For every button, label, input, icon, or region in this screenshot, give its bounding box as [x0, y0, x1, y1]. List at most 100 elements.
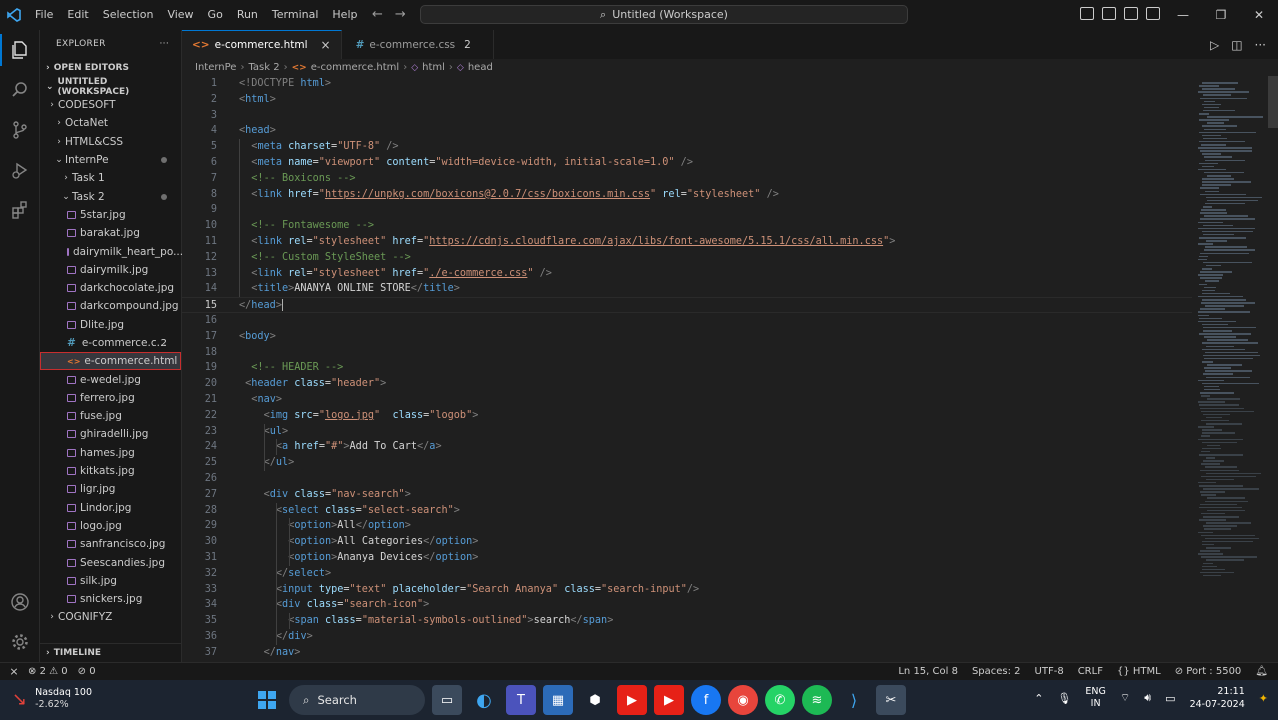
microphone-icon[interactable]: 🎙︎	[1057, 692, 1071, 705]
chevron-up-icon[interactable]: ⌃	[1034, 692, 1043, 705]
code-line[interactable]: 4 <head>	[182, 123, 1192, 139]
command-center[interactable]: ⌕ Untitled (Workspace)	[420, 5, 908, 24]
toggle-panel-icon[interactable]	[1102, 7, 1116, 20]
file-tree-item[interactable]: ligr.jpg	[40, 480, 181, 498]
battery-icon[interactable]: ▭	[1165, 692, 1175, 705]
toggle-secondary-sidebar-icon[interactable]	[1124, 7, 1138, 20]
start-windows-icon[interactable]	[252, 685, 282, 715]
file-tree-item[interactable]: # e-commerce.c... 2	[40, 334, 181, 352]
file-tree-item[interactable]: silk.jpg	[40, 572, 181, 590]
workspace-section[interactable]: ⌄ UNTITLED (WORKSPACE)	[40, 77, 181, 97]
file-tree-item[interactable]: <> e-commerce.html	[40, 352, 181, 371]
breadcrumb-item[interactable]: InternPe	[195, 62, 236, 73]
customize-layout-icon[interactable]	[1146, 7, 1160, 20]
breadcrumb-item[interactable]: Task 2	[248, 62, 279, 73]
minimize-icon[interactable]: —	[1164, 0, 1202, 30]
arrow-right-icon[interactable]: →	[395, 0, 406, 30]
more-actions-icon[interactable]: ···	[1255, 38, 1266, 52]
file-tree-item[interactable]: Lindor.jpg	[40, 499, 181, 517]
restore-icon[interactable]: ❐	[1202, 0, 1240, 30]
live-server-port[interactable]: ⊘ Port : 5500	[1175, 666, 1242, 677]
whatsapp-icon[interactable]: ✆	[765, 685, 795, 715]
code-line[interactable]: 18	[182, 345, 1192, 361]
menu-go[interactable]: Go	[201, 0, 230, 30]
code-line[interactable]: 35 <span class="material-symbols-outlined…	[182, 613, 1192, 629]
arrow-left-icon[interactable]: ←	[372, 0, 383, 30]
file-tree-item[interactable]: ghiradelli.jpg	[40, 425, 181, 443]
code-editor[interactable]: 1 <!DOCTYPE html> 2 <html> 3 4 <head> 5 <meta ch…	[182, 76, 1192, 662]
system-clock[interactable]: 21:11 24-07-2024	[1190, 685, 1245, 711]
code-line[interactable]: 32 </select>	[182, 566, 1192, 582]
snipping-tool-icon[interactable]: ✂	[876, 685, 906, 715]
code-line[interactable]: 2 <html>	[182, 92, 1192, 108]
input-language[interactable]: ENG IN	[1085, 686, 1105, 710]
code-line[interactable]: 24 <a href="#">Add To Cart</a>	[182, 439, 1192, 455]
ports-status[interactable]: ⊘ 0	[78, 666, 96, 677]
indentation[interactable]: Spaces: 2	[972, 666, 1021, 677]
file-tree-item[interactable]: ferrero.jpg	[40, 389, 181, 407]
code-line[interactable]: 1 <!DOCTYPE html>	[182, 76, 1192, 92]
code-line[interactable]: 30 <option>All Categories</option>	[182, 534, 1192, 550]
code-line[interactable]: 12 <!-- Custom StyleSheet -->	[182, 250, 1192, 266]
tab-e-commerce-css[interactable]: # e-commerce.css 2	[342, 30, 494, 59]
code-line[interactable]: 33 <input type="text" placeholder="Search…	[182, 582, 1192, 598]
youtube-icon[interactable]: ▶	[617, 685, 647, 715]
file-tree-item[interactable]: dairymilk_heart_po...	[40, 242, 183, 260]
end-of-line[interactable]: CRLF	[1078, 666, 1103, 677]
file-tree-item[interactable]: barakat.jpg	[40, 224, 181, 242]
menu-edit[interactable]: Edit	[60, 0, 95, 30]
file-tree-item[interactable]: › COGNIFYZ	[40, 608, 181, 626]
file-tree-item[interactable]: ⌄ Task 2	[40, 187, 181, 205]
settings-app-icon[interactable]: ⬢	[580, 685, 610, 715]
volume-icon[interactable]: 🔊︎	[1144, 691, 1151, 705]
code-line[interactable]: 14 <title>ANANYA ONLINE STORE</title>	[182, 281, 1192, 297]
spotify-icon[interactable]: ≋	[802, 685, 832, 715]
edge-browser-icon[interactable]: ◐	[469, 685, 499, 715]
file-tree-item[interactable]: e-wedel.jpg	[40, 370, 181, 388]
code-line[interactable]: 7 <!-- Boxicons -->	[182, 171, 1192, 187]
file-tree-item[interactable]: snickers.jpg	[40, 590, 181, 608]
code-line[interactable]: 13 <link rel="stylesheet" href="./e-comme…	[182, 266, 1192, 282]
code-line[interactable]: 31 <option>Ananya Devices</option>	[182, 550, 1192, 566]
cursor-position[interactable]: Ln 15, Col 8	[898, 666, 958, 677]
more-actions-icon[interactable]: ···	[160, 39, 169, 49]
code-line[interactable]: 16	[182, 313, 1192, 329]
run-debug-icon[interactable]	[0, 150, 40, 190]
settings-gear-icon[interactable]	[0, 622, 40, 662]
timeline-section[interactable]: › TIMELINE	[40, 643, 182, 662]
code-line[interactable]: 37 </nav>	[182, 645, 1192, 661]
chrome-icon[interactable]: ◉	[728, 685, 758, 715]
minimap[interactable]	[1192, 76, 1278, 662]
code-line[interactable]: 20 <header class="header">	[182, 376, 1192, 392]
file-tree-item[interactable]: Dlite.jpg	[40, 316, 181, 334]
scrollbar-thumb[interactable]	[1268, 76, 1278, 128]
menu-file[interactable]: File	[28, 0, 60, 30]
code-line[interactable]: 23 <ul>	[182, 424, 1192, 440]
file-tree-item[interactable]: fuse.jpg	[40, 407, 181, 425]
file-tree-item[interactable]: › OctaNet	[40, 114, 181, 132]
code-line[interactable]: 17 <body>	[182, 329, 1192, 345]
code-line[interactable]: 19 <!-- HEADER -->	[182, 360, 1192, 376]
code-line[interactable]: 8 <link href="https://unpkg.com/boxicons@…	[182, 187, 1192, 203]
code-line[interactable]: 5 <meta charset="UTF-8" />	[182, 139, 1192, 155]
source-control-icon[interactable]	[0, 110, 40, 150]
stock-widget[interactable]: ↘ Nasdaq 100 -2.62%	[12, 686, 92, 714]
code-line[interactable]: 11 <link rel="stylesheet" href="https://c…	[182, 234, 1192, 250]
vscode-app-icon[interactable]: ⟩	[839, 685, 869, 715]
code-line[interactable]: 10 <!-- Fontawesome -->	[182, 218, 1192, 234]
store-icon[interactable]: ▦	[543, 685, 573, 715]
code-line[interactable]: 27 <div class="nav-search">	[182, 487, 1192, 503]
file-tree-item[interactable]: ⌄ InternPe	[40, 151, 181, 169]
encoding[interactable]: UTF-8	[1035, 666, 1064, 677]
menu-view[interactable]: View	[160, 0, 200, 30]
file-tree-item[interactable]: darkcompound.jpg	[40, 297, 181, 315]
code-line[interactable]: 34 <div class="search-icon">	[182, 597, 1192, 613]
file-tree-item[interactable]: logo.jpg	[40, 517, 181, 535]
toggle-sidebar-icon[interactable]	[1080, 7, 1094, 20]
code-line[interactable]: 29 <option>All</option>	[182, 518, 1192, 534]
open-editors-section[interactable]: › OPEN EDITORS	[40, 58, 181, 77]
extensions-icon[interactable]	[0, 190, 40, 230]
problems-status[interactable]: ⊗ 2 ⚠ 0	[28, 666, 68, 677]
code-line[interactable]: 9	[182, 202, 1192, 218]
wifi-icon[interactable]: ⌔	[1120, 691, 1130, 705]
